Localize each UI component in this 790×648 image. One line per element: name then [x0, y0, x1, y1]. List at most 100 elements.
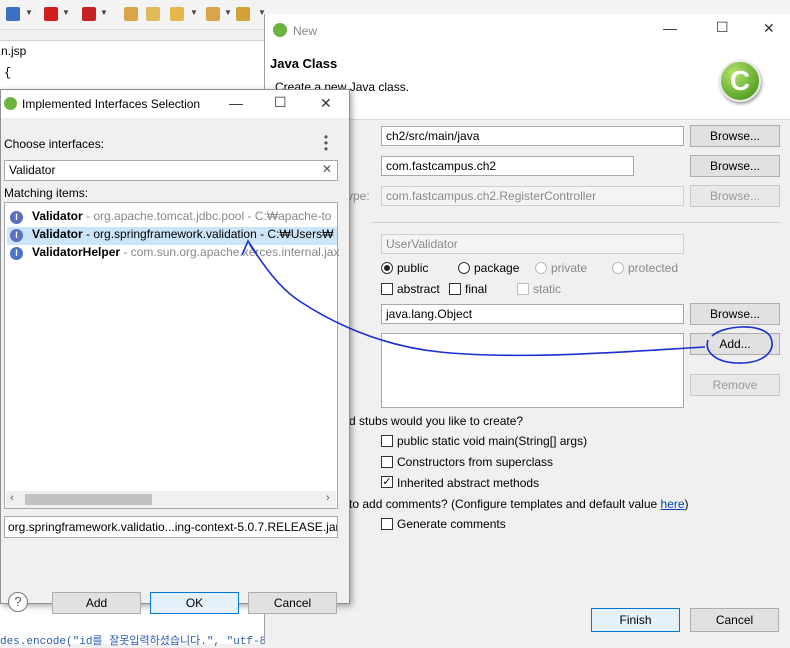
view-menu-icon[interactable]: • • •	[321, 131, 331, 155]
matching-items-list[interactable]: I Validator - org.apache.tomcat.jdbc.poo…	[4, 202, 339, 509]
dropdown-arrow-icon[interactable]: ▼	[190, 8, 198, 17]
list-item[interactable]: I ValidatorHelper - com.sun.org.apache.x…	[10, 245, 339, 263]
dialog-title: New	[293, 24, 318, 38]
public-radio[interactable]	[381, 262, 393, 274]
java-class-wizard-icon: C	[719, 60, 761, 102]
remove-interface-button: Remove	[690, 374, 780, 396]
private-label: private	[551, 261, 588, 275]
item-detail: - org.springframework.validation - C:₩Us…	[82, 227, 334, 241]
comments-question-close: )	[684, 497, 689, 511]
source-folder-input[interactable]: ch2/src/main/java	[381, 126, 684, 146]
finish-button[interactable]: Finish	[591, 608, 680, 632]
wand-icon[interactable]	[170, 7, 184, 21]
cancel-button[interactable]: Cancel	[248, 592, 337, 614]
close-icon[interactable]: ✕	[763, 20, 775, 37]
dropdown-arrow-icon[interactable]: ▼	[224, 8, 232, 17]
item-name: Validator	[32, 209, 83, 223]
spring-logo-icon	[273, 23, 287, 37]
inherited-methods-label: Inherited abstract methods	[397, 476, 540, 490]
dropdown-arrow-icon[interactable]: ▼	[100, 8, 108, 17]
public-label: public	[397, 261, 429, 275]
open-folder-icon[interactable]	[124, 7, 138, 21]
private-radio	[535, 262, 547, 274]
main-method-label: public static void main(String[] args)	[397, 434, 588, 448]
dialog-title: Implemented Interfaces Selection	[22, 97, 201, 111]
minimize-icon[interactable]: —	[229, 95, 243, 111]
maximize-icon[interactable]: ☐	[274, 94, 287, 111]
selected-item-path: org.springframework.validatio...ing-cont…	[4, 516, 338, 538]
dialog-titlebar[interactable]: Implemented Interfaces Selection — ☐ ✕	[1, 90, 349, 118]
run-server-icon[interactable]	[82, 7, 96, 21]
help-icon[interactable]: ?	[8, 592, 28, 612]
dropdown-arrow-icon[interactable]: ▼	[62, 8, 70, 17]
folder-icon[interactable]	[206, 7, 220, 21]
comments-question-text: to add comments? (Configure templates an…	[349, 497, 661, 511]
generate-comments-checkbox[interactable]	[381, 518, 393, 530]
interface-icon: I	[10, 229, 23, 242]
minimize-icon[interactable]: —	[663, 20, 677, 36]
package-radio[interactable]	[458, 262, 470, 274]
code-line: des.encode("id를 잘못입력하셨습니다.", "utf-8	[0, 636, 267, 648]
editor-tab-label[interactable]: n.jsp	[0, 44, 265, 62]
dialog-titlebar[interactable]: New — ☐ ✕	[265, 14, 790, 46]
maximize-icon[interactable]: ☐	[716, 19, 729, 36]
interface-icon: I	[10, 211, 23, 224]
item-name: ValidatorHelper	[32, 245, 121, 259]
enclosing-type-label: ype:	[347, 189, 370, 203]
static-label: static	[533, 282, 562, 296]
scroll-right-icon[interactable]: ›	[326, 492, 330, 504]
list-item-selected[interactable]: I Validator - org.springframework.valida…	[7, 227, 337, 245]
cancel-button[interactable]: Cancel	[690, 608, 779, 632]
configure-templates-link[interactable]: here	[661, 497, 685, 511]
main-method-checkbox[interactable]	[381, 435, 393, 447]
horizontal-scrollbar[interactable]: ‹ ›	[6, 491, 336, 508]
ok-button[interactable]: OK	[150, 592, 239, 614]
annotation-icon[interactable]	[236, 7, 250, 21]
protected-label: protected	[628, 261, 679, 275]
abstract-checkbox[interactable]	[381, 283, 393, 295]
final-checkbox[interactable]	[449, 283, 461, 295]
matching-items-label: Matching items:	[4, 186, 89, 200]
item-name: Validator	[32, 227, 83, 241]
browse-source-folder-button[interactable]: Browse...	[690, 125, 780, 147]
generate-comments-label: Generate comments	[397, 517, 506, 531]
choose-interfaces-label: Choose interfaces:	[4, 137, 105, 151]
method-stubs-question: d stubs would you like to create?	[349, 414, 524, 428]
add-button[interactable]: Add	[52, 592, 141, 614]
interfaces-selection-dialog: Implemented Interfaces Selection — ☐ ✕ C…	[0, 89, 350, 614]
spring-logo-icon	[4, 97, 17, 110]
protected-radio	[612, 262, 624, 274]
clear-filter-icon[interactable]: ✕	[322, 162, 332, 176]
inherited-methods-checkbox[interactable]: ✓	[381, 476, 393, 488]
browse-enclosing-type-button: Browse...	[690, 185, 780, 207]
close-icon[interactable]: ✕	[320, 95, 332, 112]
superclass-input[interactable]: java.lang.Object	[381, 304, 684, 324]
package-input[interactable]: com.fastcampus.ch2	[381, 156, 634, 176]
list-item[interactable]: I Validator - org.apache.tomcat.jdbc.poo…	[10, 209, 334, 227]
interface-icon: I	[10, 247, 23, 260]
open-type-icon[interactable]	[146, 7, 160, 21]
code-line: {	[4, 66, 12, 80]
constructors-checkbox[interactable]	[381, 456, 393, 468]
item-detail: - com.sun.org.apache.xerces.internal.jax	[120, 245, 340, 259]
package-label: package	[474, 261, 520, 275]
comments-question: to add comments? (Configure templates an…	[349, 497, 689, 511]
filter-input[interactable]: Validator	[4, 160, 338, 181]
item-detail: - org.apache.tomcat.jdbc.pool - C:₩apach…	[82, 209, 332, 223]
browse-package-button[interactable]: Browse...	[690, 155, 780, 177]
filter-input-value: Validator	[9, 163, 56, 177]
constructors-label: Constructors from superclass	[397, 455, 554, 469]
scroll-left-icon[interactable]: ‹	[10, 492, 14, 504]
stop-icon[interactable]	[44, 7, 58, 21]
add-interface-button[interactable]: Add...	[690, 333, 780, 355]
class-name-input[interactable]: UserValidator	[381, 234, 684, 254]
dropdown-arrow-icon[interactable]: ▼	[25, 8, 33, 17]
abstract-label: abstract	[397, 282, 440, 296]
browse-superclass-button[interactable]: Browse...	[690, 303, 780, 325]
divider	[371, 222, 781, 223]
interfaces-list[interactable]	[381, 333, 684, 408]
debug-icon[interactable]	[6, 7, 20, 21]
page-title: Java Class	[270, 56, 338, 71]
scrollbar-thumb[interactable]	[25, 494, 152, 505]
final-label: final	[465, 282, 488, 296]
